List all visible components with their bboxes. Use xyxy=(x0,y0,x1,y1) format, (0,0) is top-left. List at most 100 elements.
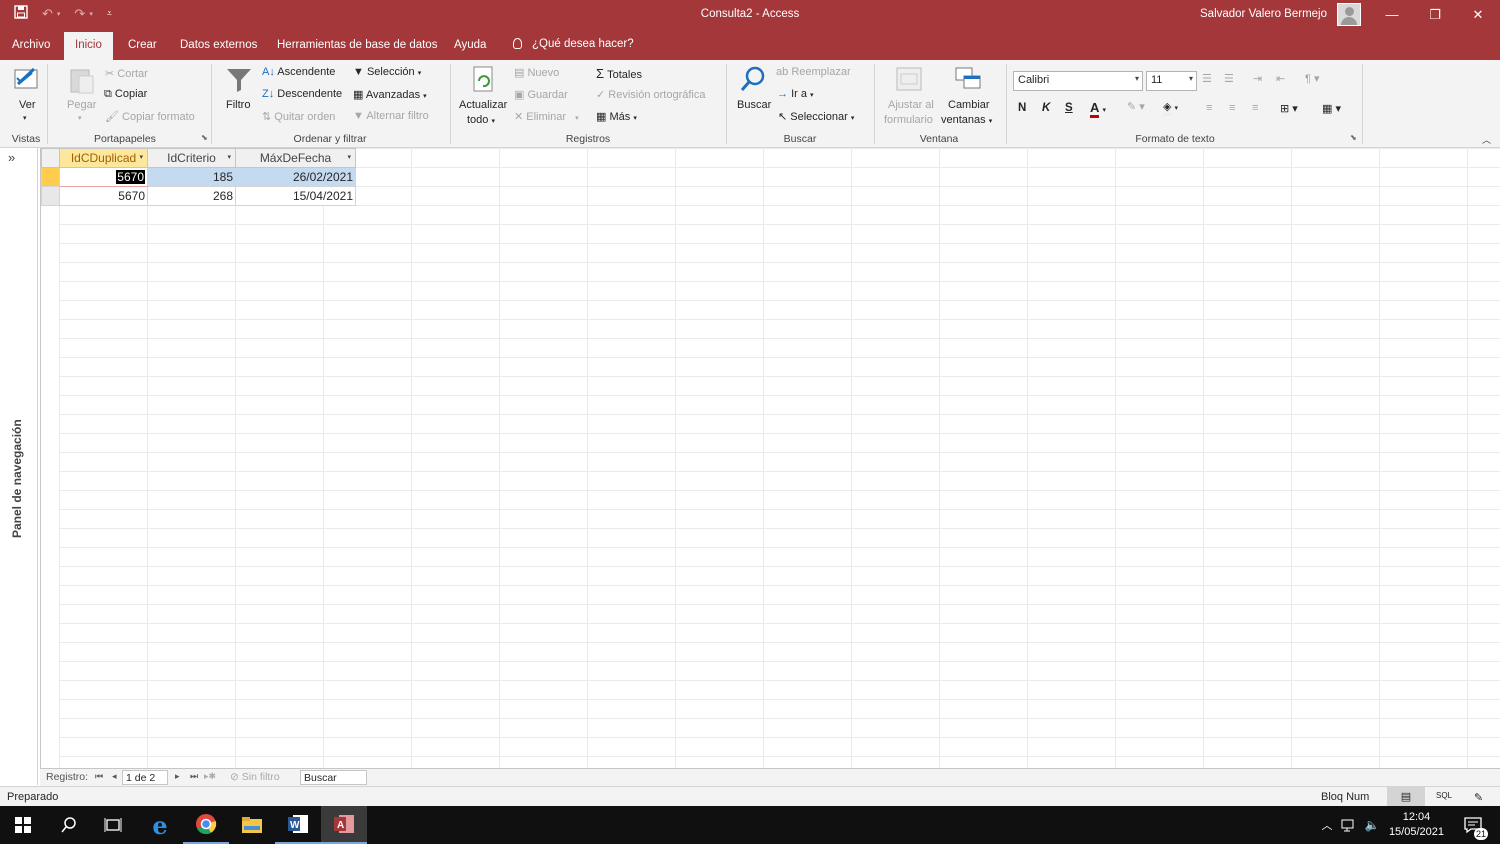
word-icon[interactable]: W xyxy=(275,806,321,844)
alternate-row-color-icon[interactable]: ⊞ ▾ xyxy=(1280,102,1298,115)
task-view-icon[interactable] xyxy=(90,806,136,844)
gridlines-icon[interactable]: ▦ ▾ xyxy=(1322,102,1341,115)
notifications-icon[interactable]: 21 xyxy=(1452,806,1496,844)
volume-icon[interactable]: 🔈 xyxy=(1360,806,1384,844)
collapse-ribbon-icon[interactable]: ︿ xyxy=(1482,133,1491,146)
record-search-input[interactable]: Buscar xyxy=(300,770,367,785)
sort-desc-button[interactable]: Z↓ Descendente xyxy=(262,88,342,100)
save-record-button[interactable]: ▣ Guardar xyxy=(514,88,568,101)
cut-button[interactable]: ✂ Cortar xyxy=(105,67,148,80)
column-header-maxdefecha[interactable]: MáxDeFecha ▾ xyxy=(235,148,356,168)
restore-button[interactable]: ❐ xyxy=(1413,0,1457,30)
table-cell[interactable]: 5670 xyxy=(59,186,148,206)
format-dialog-launcher-icon[interactable]: ⬊ xyxy=(1350,133,1357,142)
italic-button[interactable]: K xyxy=(1042,102,1050,114)
increase-indent-icon[interactable]: ⇥ xyxy=(1253,72,1262,85)
tab-datos-externos[interactable]: Datos externos xyxy=(180,39,257,51)
column-header-idcduplicad[interactable]: IdCDuplicad ▾ xyxy=(59,148,148,168)
highlight-icon[interactable]: ✎ ▾ xyxy=(1127,100,1145,113)
table-cell[interactable]: 26/02/2021 xyxy=(235,167,356,187)
new-record-button[interactable]: ▤ Nuevo xyxy=(514,66,559,79)
edge-icon[interactable]: e xyxy=(137,806,183,844)
table-cell[interactable]: 268 xyxy=(147,186,236,206)
next-record-icon[interactable]: ▸ xyxy=(175,771,180,782)
table-cell[interactable]: 15/04/2021 xyxy=(235,186,356,206)
select-all-corner[interactable] xyxy=(41,148,60,168)
bold-button[interactable]: N xyxy=(1018,102,1026,114)
totals-button[interactable]: Σ Totales xyxy=(596,66,642,81)
decrease-indent-icon[interactable]: ⇤ xyxy=(1276,72,1285,85)
last-record-icon[interactable]: ⏭ xyxy=(190,771,198,782)
bullets-icon[interactable]: ☰ xyxy=(1202,72,1212,85)
datasheet-view-icon[interactable]: ▤ xyxy=(1387,787,1425,806)
underline-button[interactable]: S xyxy=(1065,102,1073,114)
first-record-icon[interactable]: ⏮ xyxy=(95,771,103,782)
refresh-all-label[interactable]: todo ▾ xyxy=(467,114,495,126)
search-icon[interactable] xyxy=(46,806,92,844)
replace-button[interactable]: ab Reemplazar xyxy=(776,66,851,78)
format-painter-button[interactable]: 🖌 Copiar formato xyxy=(105,110,195,123)
tab-ayuda[interactable]: Ayuda xyxy=(454,39,486,51)
expand-nav-icon[interactable]: » xyxy=(8,150,15,165)
minimize-button[interactable]: — xyxy=(1370,0,1414,30)
table-cell[interactable]: 185 xyxy=(147,167,236,187)
paste-dropdown-icon[interactable]: ▾ xyxy=(78,114,82,122)
switch-windows-icon[interactable] xyxy=(954,66,982,97)
start-windows-icon[interactable] xyxy=(0,806,46,844)
font-color-button[interactable]: A ▾ xyxy=(1090,100,1106,118)
numbering-icon[interactable]: ☰ xyxy=(1224,72,1234,85)
align-left-icon[interactable]: ≡ xyxy=(1206,102,1212,114)
fit-form-label2[interactable]: formulario xyxy=(884,114,933,126)
align-center-icon[interactable]: ≡ xyxy=(1229,102,1235,114)
record-position[interactable]: 1 de 2 xyxy=(122,770,168,785)
selection-button[interactable]: ▼ Selección ▾ xyxy=(353,66,421,78)
background-color-icon[interactable]: ◈ ▾ xyxy=(1163,100,1178,116)
column-header-idcriterio[interactable]: IdCriterio ▾ xyxy=(147,148,236,168)
tell-me-search[interactable]: ¿Qué desea hacer? xyxy=(513,38,634,50)
sql-view-icon[interactable]: SQL xyxy=(1436,791,1452,800)
advanced-button[interactable]: ▦ Avanzadas ▾ xyxy=(353,88,427,101)
nav-pane-label[interactable]: Panel de navegación xyxy=(10,408,24,538)
sort-asc-button[interactable]: A↓ Ascendente xyxy=(262,66,335,78)
tray-chevron-icon[interactable]: ︿ xyxy=(1316,806,1338,844)
switch-windows-label1[interactable]: Cambiar xyxy=(948,99,990,111)
refresh-icon[interactable] xyxy=(471,65,497,98)
clear-sort-button[interactable]: ⇅ Quitar orden xyxy=(262,110,335,123)
filter-label[interactable]: Filtro xyxy=(226,99,250,111)
font-name-select[interactable]: Calibri ▾ xyxy=(1013,71,1143,91)
design-view-status-icon[interactable]: ✎ xyxy=(1474,791,1483,804)
tab-crear[interactable]: Crear xyxy=(128,39,157,51)
switch-windows-label2[interactable]: ventanas ▾ xyxy=(941,114,992,126)
new-record-nav-icon[interactable]: ▸✱ xyxy=(204,771,216,782)
select-button[interactable]: ↖ Seleccionar ▾ xyxy=(778,110,854,123)
file-explorer-icon[interactable] xyxy=(229,806,275,844)
clock[interactable]: 12:04 15/05/2021 xyxy=(1389,810,1444,840)
delete-record-button[interactable]: ✕ Eliminar ▾ xyxy=(514,110,579,123)
magnifier-icon[interactable] xyxy=(739,65,767,98)
column-dropdown-icon[interactable]: ▾ xyxy=(139,153,143,161)
fit-form-icon[interactable] xyxy=(895,66,923,97)
view-button[interactable] xyxy=(12,64,42,97)
network-icon[interactable] xyxy=(1338,806,1360,844)
table-row[interactable]: 5670 268 15/04/2021 xyxy=(41,186,356,206)
align-right-icon[interactable]: ≡ xyxy=(1252,102,1258,114)
more-button[interactable]: ▦ Más ▾ xyxy=(596,110,637,123)
dialog-launcher-icon[interactable]: ⬊ xyxy=(201,133,208,142)
paste-icon[interactable] xyxy=(67,66,97,99)
paste-label[interactable]: Pegar xyxy=(67,99,96,111)
font-size-select[interactable]: 11 ▾ xyxy=(1146,71,1197,91)
spelling-button[interactable]: ✓ Revisión ortográfica xyxy=(596,88,706,101)
filter-icon[interactable] xyxy=(225,66,253,97)
tab-herramientas[interactable]: Herramientas de base de datos xyxy=(277,39,437,51)
column-dropdown-icon[interactable]: ▾ xyxy=(347,153,351,161)
toggle-filter-button[interactable]: ▼ Alternar filtro xyxy=(353,110,429,122)
access-icon[interactable]: A xyxy=(321,806,367,844)
row-selector[interactable] xyxy=(41,186,60,206)
chrome-icon[interactable] xyxy=(183,806,229,844)
find-label[interactable]: Buscar xyxy=(737,99,771,111)
table-row[interactable]: 5670 185 26/02/2021 xyxy=(41,167,356,187)
close-button[interactable]: ✕ xyxy=(1456,0,1500,30)
prev-record-icon[interactable]: ◂ xyxy=(112,771,117,782)
copy-button[interactable]: ⧉ Copiar xyxy=(104,88,147,101)
no-filter-button[interactable]: ⊘ Sin filtro xyxy=(230,771,280,783)
